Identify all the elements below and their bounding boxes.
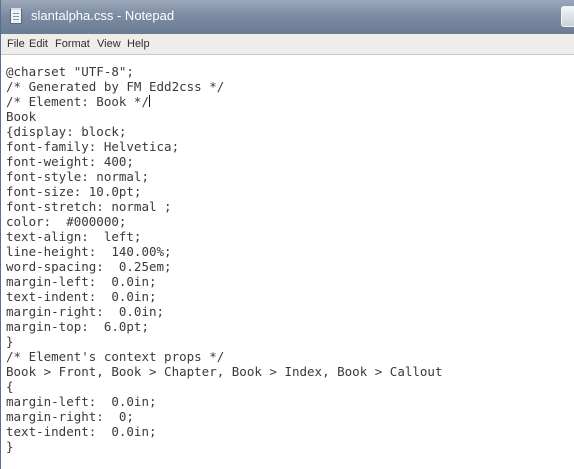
editor-line: word-spacing: 0.25em;	[6, 259, 172, 274]
notepad-icon[interactable]	[10, 8, 22, 24]
title-bar[interactable]: slantalpha.css - Notepad	[1, 0, 574, 34]
editor-line: font-stretch: normal ;	[6, 199, 172, 214]
editor-line: margin-left: 0.0in;	[6, 394, 157, 409]
editor-line: Book	[6, 109, 37, 124]
editor-line: margin-right: 0;	[6, 409, 134, 424]
menu-edit[interactable]: Edit	[29, 38, 48, 50]
editor-line: /* Element's context props */	[6, 349, 225, 364]
editor-line-text: /* Element: Book */	[6, 94, 149, 109]
editor-line: margin-top: 6.0pt;	[6, 319, 149, 334]
editor-line: font-family: Helvetica;	[6, 139, 180, 154]
text-cursor	[149, 95, 150, 107]
window-title: slantalpha.css - Notepad	[31, 8, 175, 23]
editor-line: text-indent: 0.0in;	[6, 424, 157, 439]
text-editor[interactable]: @charset "UTF-8"; /* Generated by FM Edd…	[1, 56, 574, 469]
editor-line: text-indent: 0.0in;	[6, 289, 157, 304]
editor-line: font-weight: 400;	[6, 154, 134, 169]
editor-line: color: #000000;	[6, 214, 127, 229]
editor-line: @charset "UTF-8";	[6, 64, 134, 79]
editor-line: }	[6, 334, 14, 349]
editor-line: /* Generated by FM Edd2css */	[6, 79, 225, 94]
editor-line: line-height: 140.00%;	[6, 244, 172, 259]
menu-view[interactable]: View	[97, 38, 121, 50]
menu-help[interactable]: Help	[127, 38, 150, 50]
menu-file[interactable]: File	[7, 38, 25, 50]
menu-format[interactable]: Format	[55, 38, 90, 50]
editor-line: font-size: 10.0pt;	[6, 184, 142, 199]
editor-line: margin-left: 0.0in;	[6, 274, 157, 289]
editor-line: Book > Front, Book > Chapter, Book > Ind…	[6, 364, 443, 379]
editor-line: /* Element: Book */	[6, 94, 150, 109]
editor-line: {display: block;	[6, 124, 127, 139]
editor-line: text-align: left;	[6, 229, 142, 244]
editor-line: }	[6, 439, 14, 454]
editor-line: font-style: normal;	[6, 169, 149, 184]
menu-bar: File Edit Format View Help	[1, 34, 574, 55]
notepad-window: slantalpha.css - Notepad File Edit Forma…	[0, 0, 574, 469]
editor-line: margin-right: 0.0in;	[6, 304, 165, 319]
editor-line: {	[6, 379, 14, 394]
minimize-button[interactable]	[561, 6, 574, 27]
